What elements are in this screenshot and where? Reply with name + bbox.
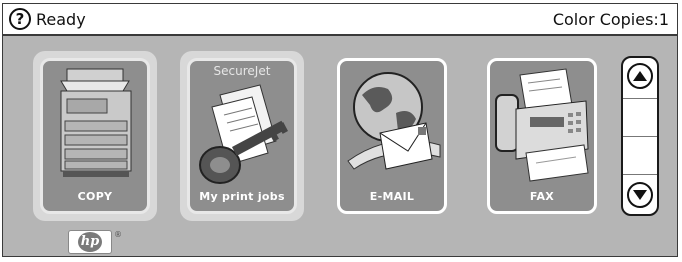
copy-button[interactable]: COPY [40, 58, 150, 214]
scroll-up-button[interactable] [627, 63, 653, 89]
arrow-down-icon [633, 190, 647, 200]
fax-label: FAX [529, 190, 555, 203]
arrow-up-icon [633, 71, 647, 81]
scroll-down-button[interactable] [627, 182, 653, 208]
copies-count: Color Copies:1 [552, 10, 669, 29]
copy-tile-frame: COPY [33, 51, 157, 221]
key-documents-icon [199, 84, 288, 184]
globe-envelope-icon [347, 72, 441, 170]
help-button[interactable]: ? [9, 8, 31, 30]
fax-tile-frame: FAX [480, 51, 604, 221]
scrollbar[interactable] [621, 56, 659, 216]
fax-machine-icon [495, 68, 589, 182]
status-bar: ? Ready Color Copies:1 [3, 4, 677, 36]
my-print-jobs-button[interactable]: SecureJet My print jobs [187, 58, 297, 214]
email-button[interactable]: E-MAIL [337, 58, 447, 214]
registered-mark: ® [114, 230, 122, 239]
scroll-divider-mid [623, 136, 657, 137]
my-print-jobs-label: My print jobs [199, 190, 285, 203]
copier-icon [60, 68, 132, 177]
email-label: E-MAIL [369, 190, 415, 203]
status-text: Ready [36, 10, 86, 29]
scroll-divider-bottom [623, 174, 657, 175]
hp-logo: hp [68, 230, 112, 254]
email-tile-frame: E-MAIL [330, 51, 454, 221]
control-panel-screen: ? Ready Color Copies:1 COPY SecureJet My… [2, 3, 678, 257]
copy-label: COPY [77, 190, 113, 203]
fax-button[interactable]: FAX [487, 58, 597, 214]
hp-logo-mark: hp [78, 232, 102, 252]
scroll-divider-top [623, 98, 657, 99]
print-jobs-tile-frame: SecureJet My print jobs [180, 51, 304, 221]
